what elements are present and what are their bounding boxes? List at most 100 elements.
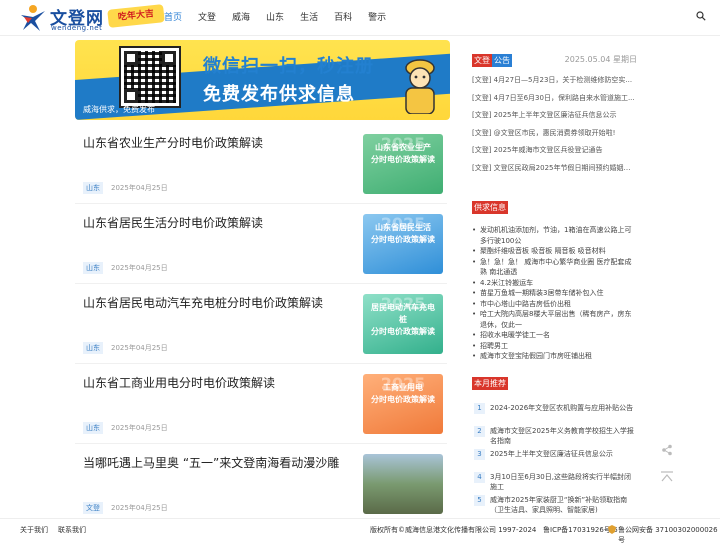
supply-item[interactable]: 发动机机油添加剂，节油，1箱油在高速公路上可多行驶100公 <box>472 225 637 246</box>
worker-figure-icon <box>405 59 435 114</box>
nav-home[interactable]: 首页 <box>156 0 190 36</box>
banner-subtitle: 免费发布供求信息 <box>203 84 355 105</box>
supply-list: 发动机机油添加剂，节油，1箱油在高速公路上可多行驶100公 聚酯纤维吸音板 吸音… <box>472 225 637 362</box>
recommend-title[interactable]: 2025年上半年文登区廉洁征兵信息公示 <box>490 450 613 458</box>
article-date: 2025年04月25日 <box>111 504 168 512</box>
footer-about-link[interactable]: 关于我们 <box>20 525 48 535</box>
recommend-chip: 本月推荐 <box>472 377 508 390</box>
recommend-title[interactable]: 3月10日至6月30日,这些路段将实行半幅封闭施工 <box>490 473 631 491</box>
site-logo[interactable]: 文登网 wendeng.net 吃年大吉 <box>18 3 165 33</box>
recommend-item[interactable]: 1 2024-2026年文登区农机购置与应用补贴公告 <box>472 403 637 426</box>
article-title[interactable]: 山东省工商业用电分时电价政策解读 <box>83 374 275 391</box>
notice-list: [文登] 4月27日—5月23日，关于检测维修防空实... [文登] 4月7日至… <box>472 72 637 177</box>
notice-item[interactable]: [文登] 2025年上半年文登区廉洁征兵信息公示 <box>472 107 637 125</box>
recommend-item[interactable]: 3 2025年上半年文登区廉洁征兵信息公示 <box>472 449 637 472</box>
notice-item[interactable]: [文登] 2025年威海市文登区兵役登记通告 <box>472 142 637 160</box>
logo-domain: wendeng.net <box>51 24 103 32</box>
notice-item[interactable]: [文登] @文登区市民，惠民消费券领取开始啦! <box>472 125 637 143</box>
article-thumbnail[interactable]: 2025 工商业用电 分时电价政策解读 <box>363 374 443 434</box>
site-header: 文登网 wendeng.net 吃年大吉 首页 文登 威海 山东 生活 百科 警… <box>0 0 720 36</box>
nav-warning[interactable]: 警示 <box>360 0 394 36</box>
qr-code-icon <box>119 46 181 108</box>
rank-number: 3 <box>474 449 485 460</box>
supply-item[interactable]: 苗星万鱼城一期精装3居带车储补包入住 <box>472 288 637 299</box>
police-badge-icon <box>608 525 616 534</box>
article-title[interactable]: 山东省农业生产分时电价政策解读 <box>83 134 263 151</box>
notice-chip-announce: 公告 <box>492 54 512 67</box>
article-date: 2025年04月25日 <box>111 264 168 272</box>
article-tag[interactable]: 山东 <box>83 182 103 194</box>
article-item[interactable]: 山东省农业生产分时电价政策解读 山东 2025年04月25日 2025 山东省农… <box>75 128 447 204</box>
current-date: 2025.05.04 星期日 <box>564 55 637 64</box>
supply-item[interactable]: 招聘男工 <box>472 341 637 352</box>
supply-item[interactable]: 市中心塔山中路吉房低价出租 <box>472 299 637 310</box>
article-date: 2025年04月25日 <box>111 344 168 352</box>
thumbnail-text: 山东省农业生产 分时电价政策解读 <box>371 143 435 164</box>
recommend-item[interactable]: 5 威海市2025年家装厨卫“换新”补贴领取指南（卫生洁具、家具照明、智能家居) <box>472 495 637 518</box>
rank-number: 5 <box>474 495 485 506</box>
footer-contact-link[interactable]: 联系我们 <box>58 525 86 535</box>
thumbnail-text: 山东省居民生活 分时电价政策解读 <box>371 223 435 244</box>
thumbnail-text: 工商业用电 分时电价政策解读 <box>371 383 435 404</box>
article-title[interactable]: 山东省居民电动汽车充电桩分时电价政策解读 <box>83 294 323 311</box>
article-thumbnail[interactable]: 2025 居民电动汽车充电桩 分时电价政策解读 <box>363 294 443 354</box>
rank-number: 4 <box>474 472 485 483</box>
back-to-top-icon[interactable] <box>660 471 674 483</box>
site-footer: 关于我们 联系我们 版权所有©威海信息港文化传播有限公司 1997-2024 鲁… <box>0 518 720 544</box>
recommend-title[interactable]: 2024-2026年文登区农机购置与应用补贴公告 <box>490 404 633 412</box>
banner-title: 微信扫一扫，秒注册 <box>203 56 374 77</box>
article-title[interactable]: 山东省居民生活分时电价政策解读 <box>83 214 263 231</box>
article-date: 2025年04月25日 <box>111 424 168 432</box>
promo-banner[interactable]: 微信扫一扫，秒注册 免费发布供求信息 威海供求，免费发布 <box>75 40 450 120</box>
article-title[interactable]: 当哪吒遇上马里奥 “五一”来文登南海看动漫沙雕 <box>83 454 339 471</box>
footer-police-record[interactable]: 鲁公网安备 37100302000026号 <box>618 525 720 545</box>
supply-heading: 供求信息 <box>472 201 637 214</box>
main-nav: 首页 文登 威海 山东 生活 百科 警示 <box>156 0 394 36</box>
nav-shandong[interactable]: 山东 <box>258 0 292 36</box>
article-thumbnail[interactable]: 2025 山东省居民生活 分时电价政策解读 <box>363 214 443 274</box>
article-item[interactable]: 山东省工商业用电分时电价政策解读 山东 2025年04月25日 2025 工商业… <box>75 368 447 444</box>
article-date: 2025年04月25日 <box>111 184 168 192</box>
article-tag[interactable]: 山东 <box>83 262 103 274</box>
nav-wendeng[interactable]: 文登 <box>190 0 224 36</box>
logo-figure-icon <box>21 5 45 31</box>
article-thumbnail[interactable] <box>363 454 443 514</box>
footer-copyright: 版权所有©威海信息港文化传播有限公司 1997-2024 <box>370 526 537 534</box>
article-tag[interactable]: 文登 <box>83 502 103 514</box>
supply-panel: 供求信息 发动机机油添加剂，节油，1箱油在高速公路上可多行驶100公 聚酯纤维吸… <box>472 201 637 361</box>
supply-item[interactable]: 哈工大院内高层8楼大平层出售（稀有房产，房东退休，仅此一 <box>472 309 637 330</box>
thumbnail-text: 居民电动汽车充电桩 分时电价政策解读 <box>371 303 435 336</box>
notice-item[interactable]: [文登] 4月7日至6月30日，保利路自来水管道施工... <box>472 90 637 108</box>
notice-item[interactable]: [文登] 4月27日—5月23日，关于检测维修防空实... <box>472 72 637 90</box>
notice-panel: 文登 公告 2025.05.04 星期日 [文登] 4月27日—5月23日，关于检… <box>472 54 637 184</box>
article-item[interactable]: 当哪吒遇上马里奥 “五一”来文登南海看动漫沙雕 文登 2025年04月25日 <box>75 448 447 524</box>
supply-item[interactable]: 急！急！急！ 威海市中心繁华商业圈 医疗配套成熟 南北通透 <box>472 257 637 278</box>
recommend-list: 1 2024-2026年文登区农机购置与应用补贴公告 2 威海市文登区2025年义务… <box>472 403 637 518</box>
supply-item[interactable]: 招收水电暖学徒工一名 <box>472 330 637 341</box>
share-icon[interactable] <box>661 444 673 456</box>
article-item[interactable]: 山东省居民生活分时电价政策解读 山东 2025年04月25日 2025 山东省居… <box>75 208 447 284</box>
supply-item[interactable]: 聚酯纤维吸音板 吸音板 隔音板 吸音材料 <box>472 246 637 257</box>
recommend-item[interactable]: 2 威海市文登区2025年义务教育学校招生入学报名指南 <box>472 426 637 449</box>
article-item[interactable]: 山东省居民电动汽车充电桩分时电价政策解读 山东 2025年04月25日 2025… <box>75 288 447 364</box>
nav-wiki[interactable]: 百科 <box>326 0 360 36</box>
nav-weihai[interactable]: 威海 <box>224 0 258 36</box>
article-tag[interactable]: 山东 <box>83 342 103 354</box>
article-tag[interactable]: 山东 <box>83 422 103 434</box>
nav-life[interactable]: 生活 <box>292 0 326 36</box>
supply-item[interactable]: 4.2米江铃搬运车 <box>472 278 637 289</box>
recommend-title[interactable]: 威海市2025年家装厨卫“换新”补贴领取指南（卫生洁具、家具照明、智能家居) <box>490 496 627 514</box>
rank-number: 2 <box>474 426 485 437</box>
rank-number: 1 <box>474 403 485 414</box>
search-icon[interactable] <box>696 11 706 21</box>
recommend-title[interactable]: 威海市文登区2025年义务教育学校招生入学报名指南 <box>490 427 634 445</box>
banner-caption: 威海供求，免费发布 <box>83 105 155 114</box>
notice-chip-wendeng: 文登 <box>472 54 492 67</box>
recommend-panel: 本月推荐 1 2024-2026年文登区农机购置与应用补贴公告 2 威海市文登区20… <box>472 377 637 517</box>
supply-item[interactable]: 威海市文登宝陆假园门市房旺铺出租 <box>472 351 637 362</box>
supply-chip: 供求信息 <box>472 201 508 214</box>
article-thumbnail[interactable]: 2025 山东省农业生产 分时电价政策解读 <box>363 134 443 194</box>
footer-icp[interactable]: 鲁ICP备17031926号-5 <box>543 525 618 535</box>
recommend-item[interactable]: 4 3月10日至6月30日,这些路段将实行半幅封闭施工 <box>472 472 637 495</box>
notice-item[interactable]: [文登] 文登区民政局2025年节假日期间预约婚姻登... <box>472 160 637 178</box>
